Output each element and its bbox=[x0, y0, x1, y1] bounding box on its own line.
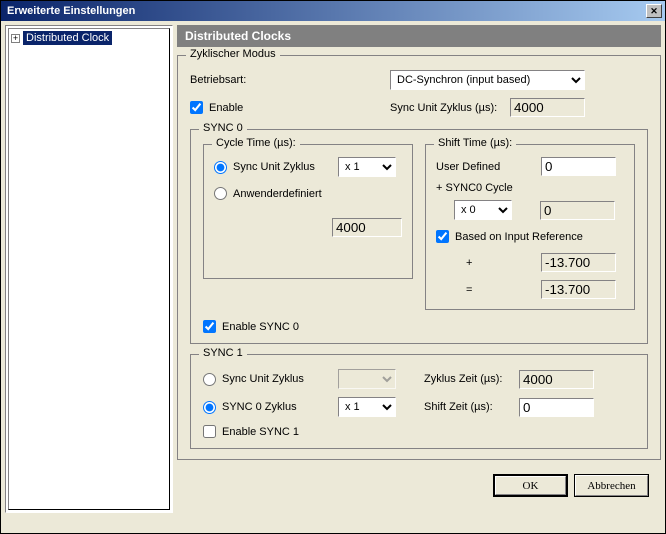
radio-sync1-unit-label: Sync Unit Zyklus bbox=[222, 373, 304, 385]
sync1-unit-combo bbox=[338, 369, 396, 389]
shift-time-group: Shift Time (µs): User Defined + SYNC0 Cy… bbox=[425, 144, 635, 310]
enable-sync1-checkbox[interactable] bbox=[203, 425, 216, 438]
sync-unit-value bbox=[510, 98, 585, 117]
ok-button[interactable]: OK bbox=[493, 474, 568, 497]
user-defined-input[interactable] bbox=[541, 157, 616, 176]
radio-sync1-unit[interactable] bbox=[203, 373, 216, 386]
betriebsart-label: Betriebsart: bbox=[190, 74, 390, 86]
radio-user-row[interactable]: Anwenderdefiniert bbox=[214, 187, 402, 200]
eq-label: = bbox=[436, 284, 541, 296]
radio-sync-unit[interactable] bbox=[214, 161, 227, 174]
content-header: Distributed Clocks bbox=[177, 25, 661, 47]
radio-sync1-sync0[interactable] bbox=[203, 401, 216, 414]
eq-value bbox=[541, 280, 616, 299]
close-icon: ✕ bbox=[650, 6, 658, 17]
enable-sync0-label: Enable SYNC 0 bbox=[222, 321, 299, 333]
zyklus-zeit-label: Zyklus Zeit (µs): bbox=[424, 373, 519, 385]
tree-item-dc[interactable]: + Distributed Clock bbox=[11, 31, 112, 45]
sync0-mult-combo[interactable]: x 0 bbox=[454, 200, 512, 220]
sync-unit-mult-combo[interactable]: x 1 bbox=[338, 157, 396, 177]
radio-sync1-unit-row[interactable]: Sync Unit Zyklus bbox=[203, 373, 338, 386]
betriebsart-combo[interactable]: DC-Synchron (input based) bbox=[390, 70, 585, 90]
cycle-time-group: Cycle Time (µs): Sync Unit Zyklus x 1 An… bbox=[203, 144, 413, 279]
plus-sync0-label: + SYNC0 Cycle bbox=[436, 182, 624, 194]
enable-sync0-checkbox[interactable] bbox=[203, 320, 216, 333]
user-defined-label: User Defined bbox=[436, 161, 541, 173]
radio-sync-unit-row[interactable]: Sync Unit Zyklus x 1 bbox=[214, 157, 402, 177]
shift-time-title: Shift Time (µs): bbox=[434, 137, 516, 149]
radio-sync1-sync0-row[interactable]: SYNC 0 Zyklus bbox=[203, 401, 338, 414]
plus-label: + bbox=[436, 257, 541, 269]
radio-user-defined[interactable] bbox=[214, 187, 227, 200]
tree-inner: + Distributed Clock bbox=[8, 28, 170, 510]
based-on-checkbox[interactable] bbox=[436, 230, 449, 243]
enable-sync1-row[interactable]: Enable SYNC 1 bbox=[203, 425, 635, 438]
radio-sync1-sync0-label: SYNC 0 Zyklus bbox=[222, 401, 297, 413]
button-footer: OK Abbrechen bbox=[177, 468, 661, 507]
groupbox-sync0: SYNC 0 Cycle Time (µs): Sync Unit Zyklus… bbox=[190, 129, 648, 344]
sync0-mult-value bbox=[540, 201, 615, 220]
radio-user-label: Anwenderdefiniert bbox=[233, 188, 322, 200]
sync-unit-label: Sync Unit Zyklus (µs): bbox=[390, 102, 510, 114]
zyklus-zeit-value bbox=[519, 370, 594, 389]
content-panel: Distributed Clocks Zyklischer Modus Betr… bbox=[177, 25, 661, 529]
cancel-button[interactable]: Abbrechen bbox=[574, 474, 649, 497]
sync0-title: SYNC 0 bbox=[199, 122, 247, 134]
radio-sync-unit-label: Sync Unit Zyklus bbox=[233, 161, 338, 173]
based-on-row[interactable]: Based on Input Reference bbox=[436, 230, 624, 243]
enable-zyklisch[interactable]: Enable bbox=[190, 101, 390, 114]
groupbox-zyklisch: Zyklischer Modus Betriebsart: DC-Synchro… bbox=[177, 55, 661, 460]
shift-zeit-input[interactable] bbox=[519, 398, 594, 417]
cycle-time-title: Cycle Time (µs): bbox=[212, 137, 300, 149]
expand-icon[interactable]: + bbox=[11, 34, 20, 43]
sync1-sync0-combo[interactable]: x 1 bbox=[338, 397, 396, 417]
titlebar: Erweiterte Einstellungen ✕ bbox=[1, 1, 665, 21]
enable-sync1-label: Enable SYNC 1 bbox=[222, 426, 299, 438]
shift-zeit-label: Shift Zeit (µs): bbox=[424, 401, 519, 413]
enable-checkbox[interactable] bbox=[190, 101, 203, 114]
groupbox-sync1: SYNC 1 Sync Unit Zyklus Zyklus Zeit (µs)… bbox=[190, 354, 648, 449]
close-button[interactable]: ✕ bbox=[646, 4, 662, 18]
based-on-label: Based on Input Reference bbox=[455, 231, 583, 243]
tree-panel: + Distributed Clock bbox=[5, 25, 173, 513]
enable-label: Enable bbox=[209, 102, 243, 114]
window-title: Erweiterte Einstellungen bbox=[4, 5, 646, 17]
dialog-window: Erweiterte Einstellungen ✕ + Distributed… bbox=[0, 0, 666, 534]
dialog-body: + Distributed Clock Distributed Clocks Z… bbox=[1, 21, 665, 533]
enable-sync0-row[interactable]: Enable SYNC 0 bbox=[203, 320, 635, 333]
cycle-time-value bbox=[332, 218, 402, 237]
tree-item-label: Distributed Clock bbox=[23, 31, 112, 45]
groupbox-title: Zyklischer Modus bbox=[186, 48, 280, 60]
sync1-title: SYNC 1 bbox=[199, 347, 247, 359]
plus-value bbox=[541, 253, 616, 272]
